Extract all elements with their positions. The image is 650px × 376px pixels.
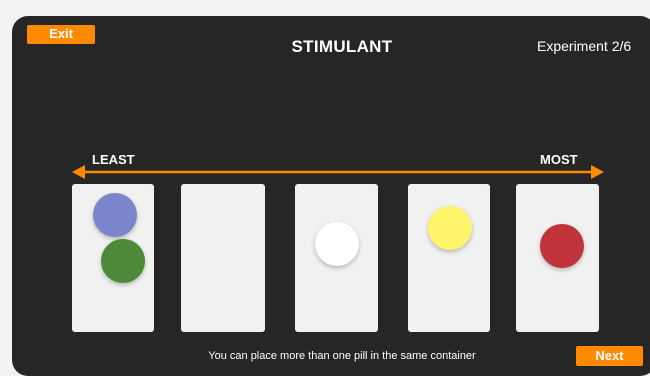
arrow-right-head bbox=[591, 165, 604, 179]
pill-red[interactable] bbox=[540, 224, 584, 268]
pill-yellow[interactable] bbox=[428, 206, 472, 250]
pill-green[interactable] bbox=[101, 239, 145, 283]
scale-arrow bbox=[72, 165, 604, 179]
next-button[interactable]: Next bbox=[576, 346, 643, 366]
arrow-left-head bbox=[72, 165, 85, 179]
instruction-hint: You can place more than one pill in the … bbox=[208, 350, 476, 362]
pill-blue[interactable] bbox=[93, 193, 137, 237]
pill-container-5[interactable] bbox=[516, 184, 599, 332]
pill-white[interactable] bbox=[315, 222, 359, 266]
pill-container-2[interactable] bbox=[181, 184, 265, 332]
pill-container-3[interactable] bbox=[295, 184, 378, 332]
experiment-progress: Experiment 2/6 bbox=[537, 38, 632, 54]
pill-container-1[interactable] bbox=[72, 184, 154, 332]
pill-container-4[interactable] bbox=[408, 184, 490, 332]
